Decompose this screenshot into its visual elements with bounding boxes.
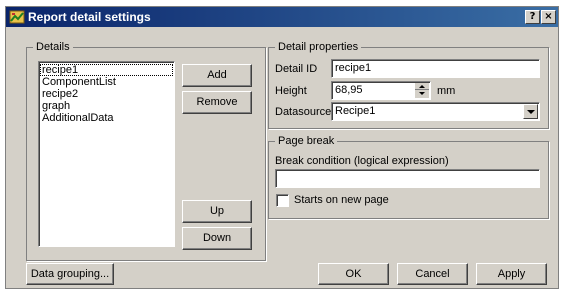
data-grouping-button[interactable]: Data grouping... bbox=[26, 263, 114, 285]
height-value: 68,95 bbox=[335, 84, 363, 96]
detail-properties-legend: Detail properties bbox=[278, 41, 359, 53]
list-item[interactable]: graph bbox=[40, 100, 173, 112]
details-list[interactable]: recipe1 ComponentList recipe2 graph Addition… bbox=[38, 61, 175, 247]
apply-button[interactable]: Apply bbox=[476, 263, 547, 285]
help-button[interactable]: ? bbox=[525, 10, 540, 24]
report-detail-settings-dialog: Report detail settings ? × Details recip… bbox=[5, 6, 559, 289]
break-condition-input[interactable] bbox=[275, 169, 540, 188]
list-item[interactable]: AdditionalData bbox=[40, 112, 173, 124]
starts-new-page-checkbox[interactable] bbox=[276, 194, 289, 207]
list-item[interactable]: ComponentList bbox=[40, 76, 173, 88]
datasource-label: Datasource bbox=[275, 106, 332, 118]
spin-down-icon[interactable] bbox=[415, 90, 429, 98]
page-break-legend: Page break bbox=[278, 135, 335, 147]
chevron-down-icon[interactable] bbox=[523, 104, 538, 119]
cancel-button[interactable]: Cancel bbox=[397, 263, 468, 285]
up-button[interactable]: Up bbox=[182, 200, 252, 223]
height-unit: mm bbox=[437, 85, 456, 97]
height-spinbox[interactable]: 68,95 bbox=[331, 81, 431, 100]
starts-new-page-label: Starts on new page bbox=[294, 194, 389, 206]
datasource-select[interactable]: Recipe1 bbox=[331, 102, 540, 121]
detail-id-label: Detail ID bbox=[275, 63, 318, 75]
detail-id-field[interactable]: recipe1 bbox=[331, 59, 540, 78]
break-condition-label: Break condition (logical expression) bbox=[275, 155, 449, 167]
list-item[interactable]: recipe1 bbox=[40, 64, 173, 76]
detail-id-value: recipe1 bbox=[335, 62, 372, 74]
window-title: Report detail settings bbox=[28, 10, 151, 24]
datasource-value: Recipe1 bbox=[335, 105, 376, 117]
title-bar[interactable]: Report detail settings ? × bbox=[6, 7, 558, 27]
app-icon bbox=[9, 10, 25, 24]
add-button[interactable]: Add bbox=[182, 64, 252, 87]
down-button[interactable]: Down bbox=[182, 227, 252, 250]
height-label: Height bbox=[275, 85, 307, 97]
list-item[interactable]: recipe2 bbox=[40, 88, 173, 100]
details-legend: Details bbox=[36, 41, 70, 53]
spin-buttons[interactable] bbox=[415, 83, 429, 98]
ok-button[interactable]: OK bbox=[318, 263, 389, 285]
remove-button[interactable]: Remove bbox=[182, 91, 252, 114]
close-button[interactable]: × bbox=[541, 10, 556, 24]
spin-up-icon[interactable] bbox=[415, 83, 429, 90]
